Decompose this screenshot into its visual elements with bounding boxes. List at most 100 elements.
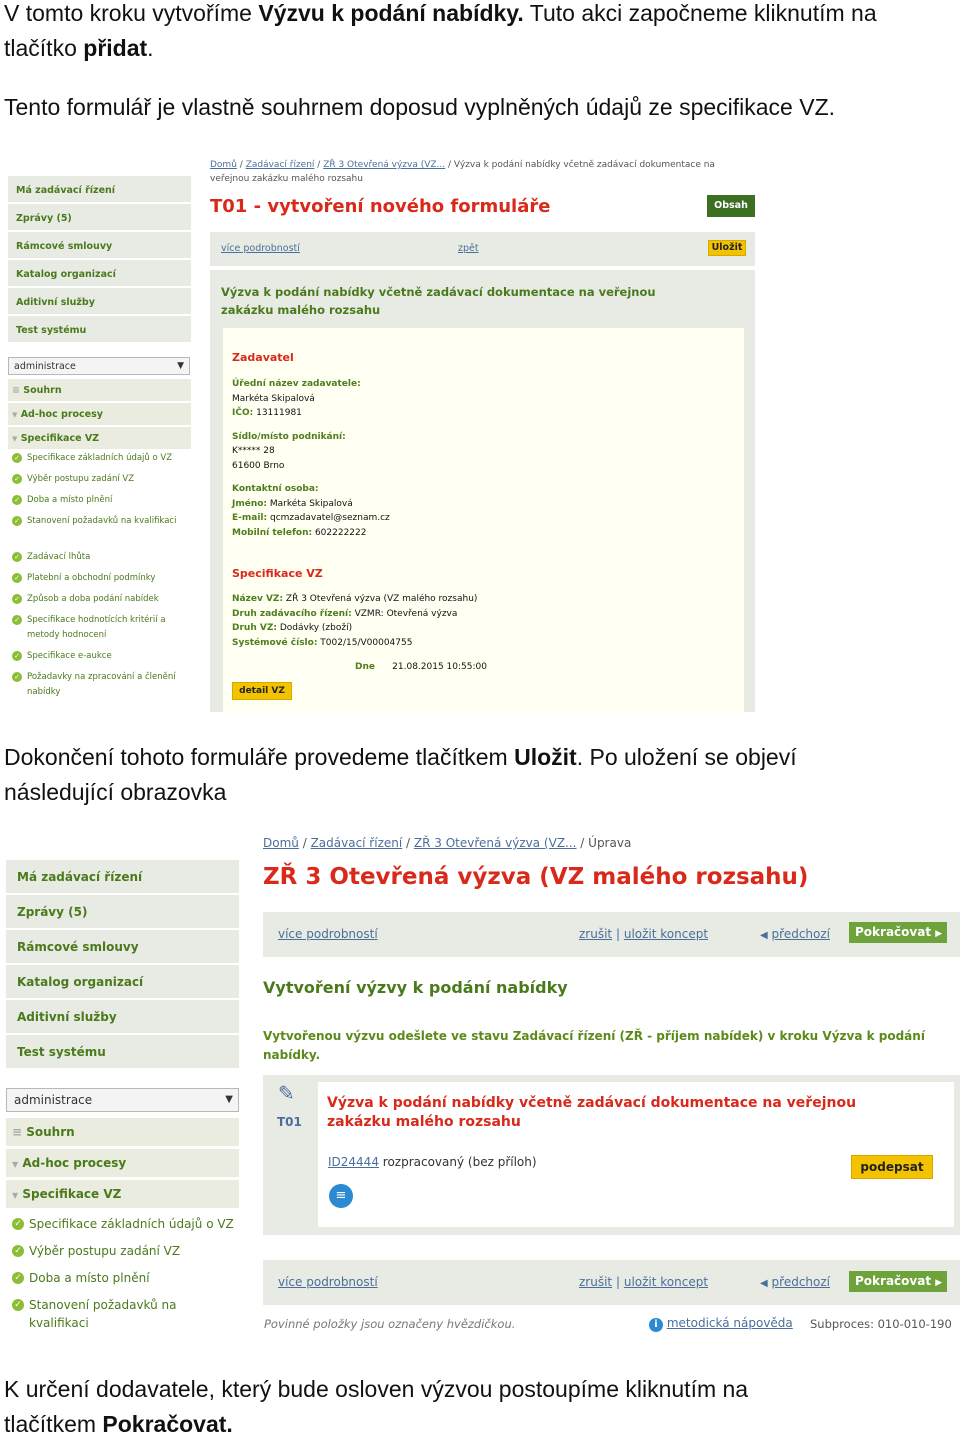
chevron-down-icon: ▼ <box>177 361 184 371</box>
back-link[interactable]: zpět <box>458 243 479 254</box>
task-item[interactable]: ✓ Specifikace hodnotících kritérií a meto… <box>8 613 191 642</box>
document-id-link[interactable]: ID24444 <box>328 1155 379 1169</box>
contact-label: Kontaktní osoba: <box>232 484 319 494</box>
sidebar-souhrn[interactable]: ≡ Souhrn <box>6 1118 239 1146</box>
sidebar-item-zpravy[interactable]: Zprávy (5) <box>6 895 239 930</box>
sidebar-adhoc[interactable]: ▼ Ad-hoc procesy <box>6 1149 239 1177</box>
help-group[interactable]: i metodická nápověda <box>649 1316 793 1332</box>
continue-button-bottom[interactable]: Pokračovat ▶ <box>849 1271 947 1292</box>
breadcrumb-vz[interactable]: ZŘ 3 Otevřená výzva (VZ... <box>323 160 445 170</box>
task-item[interactable]: ✓ Specifikace základních údajů o VZ <box>6 1215 239 1233</box>
task-item[interactable]: ✓ Specifikace e-aukce <box>8 649 191 664</box>
sidebar-item-zadavaci-rizeni[interactable]: Má zadávací řízení <box>6 860 239 895</box>
intro-bold-pridat: přidat <box>83 35 148 61</box>
task-item[interactable]: ✓ Výběr postupu zadání VZ <box>8 472 191 487</box>
task-item[interactable]: ✓ Platební a obchodní podmínky <box>8 571 191 586</box>
sidebar-item-test-systemu[interactable]: Test systému <box>8 316 191 344</box>
sidebar-specifikace[interactable]: ▼ Specifikace VZ <box>6 1180 239 1208</box>
sidebar-item-zadavaci-rizeni[interactable]: Má zadávací řízení <box>8 176 191 204</box>
task-item[interactable]: ✓ Stanovení požadavků na kvalifikaci <box>8 514 191 529</box>
sidebar-adhoc[interactable]: ▼ Ad-hoc procesy <box>8 403 191 425</box>
document-card: Výzva k podání nabídky včetně zadávací d… <box>318 1082 954 1227</box>
task-item[interactable]: ✓ Specifikace základních údajů o VZ <box>8 451 191 466</box>
sidebar-item-zpravy[interactable]: Zprávy (5) <box>8 204 191 232</box>
save-draft-link[interactable]: uložit koncept <box>624 927 708 941</box>
note-icon[interactable]: ≡ <box>329 1184 353 1208</box>
obsah-button[interactable]: Obsah <box>707 195 755 217</box>
sign-button[interactable]: podepsat <box>851 1155 933 1179</box>
task-label: Doba a místo plnění <box>27 495 113 505</box>
intro-text: V tomto kroku vytvoříme <box>4 0 259 26</box>
form-title-line2: zakázku malého rozsahu <box>221 303 381 317</box>
prev-group-bottom[interactable]: ◀ předchozí <box>760 1275 830 1289</box>
zadavatel-heading: Zadavatel <box>232 351 294 364</box>
previous-link[interactable]: předchozí <box>772 927 830 941</box>
check-icon: ✓ <box>12 1272 24 1284</box>
sidebar-item-label: Aditivní služby <box>16 297 95 308</box>
sidebar-souhrn-label: Souhrn <box>26 1125 75 1139</box>
task-item[interactable]: ✓ Doba a místo plnění <box>6 1269 239 1287</box>
sidebar-item-aditivni-sluzby[interactable]: Aditivní služby <box>6 1000 239 1035</box>
task-item[interactable]: ✓ Zadávací lhůta <box>8 550 191 565</box>
sidebar-souhrn[interactable]: ≡ Souhrn <box>8 379 191 401</box>
continue-button[interactable]: Pokračovat ▶ <box>849 922 947 943</box>
task-item[interactable]: ✓ Způsob a doba podání nabídek <box>8 592 191 607</box>
detail-vz-button[interactable]: detail VZ <box>232 682 292 700</box>
sidebar-item-label: Zprávy (5) <box>17 905 88 919</box>
sidebar-item-ramcove-smlouvy[interactable]: Rámcové smlouvy <box>6 930 239 965</box>
cancel-link[interactable]: zrušit <box>579 927 612 941</box>
breadcrumb: Domů / Zadávací řízení / ZŘ 3 Otevřená v… <box>210 160 715 184</box>
task-item[interactable]: ✓ Požadavky na zpracování a členění nabíd… <box>8 670 191 699</box>
menu-icon: ≡ <box>12 385 20 396</box>
breadcrumb-vz[interactable]: ZŘ 3 Otevřená výzva (VZ... <box>414 836 577 850</box>
prev-group[interactable]: ◀ předchozí <box>760 927 830 941</box>
screenshot-result: Má zadávací řízení Zprávy (5) Rámcové sm… <box>6 830 960 1342</box>
sidebar-spec-label: Specifikace VZ <box>20 433 100 444</box>
save-paragraph: Dokončení tohoto formuláře provedeme tla… <box>4 740 797 810</box>
sidebar-item-label: Test systému <box>16 325 87 336</box>
druh-zr-label: Druh zadávacího řízení: <box>232 608 352 619</box>
sidebar-item-katalog[interactable]: Katalog organizací <box>8 260 191 288</box>
task-item[interactable]: ✓ Výběr postupu zadání VZ <box>6 1242 239 1260</box>
check-icon: ✓ <box>12 1299 24 1311</box>
breadcrumb-zadavaci-rizeni[interactable]: Zadávací řízení <box>246 160 315 170</box>
sidebar-item-ramcove-smlouvy[interactable]: Rámcové smlouvy <box>8 232 191 260</box>
previous-link-bottom[interactable]: předchozí <box>772 1275 830 1289</box>
help-link[interactable]: metodická nápověda <box>667 1316 793 1330</box>
email-value: qcmzadavatel@seznam.cz <box>269 513 390 523</box>
dne-value: 21.08.2015 10:55:00 <box>392 662 487 672</box>
arrow-right-icon: ▶ <box>935 929 943 939</box>
more-details-link-bottom[interactable]: více podrobností <box>278 1275 378 1289</box>
role-dropdown[interactable]: administrace ▼ <box>8 357 190 375</box>
continue-label: Pokračovat <box>855 925 932 939</box>
task-label: Doba a místo plnění <box>29 1271 150 1285</box>
cancel-link-bottom[interactable]: zrušit <box>579 1275 612 1289</box>
breadcrumb-home[interactable]: Domů <box>210 160 237 170</box>
role-dropdown[interactable]: administrace ▼ <box>6 1088 239 1112</box>
document-status: ID24444 rozpracovaný (bez příloh) <box>328 1155 537 1169</box>
sidebar-item-test-systemu[interactable]: Test systému <box>6 1035 239 1070</box>
section-title: Vytvoření výzvy k podání nabídky <box>263 978 568 997</box>
sidebar: Má zadávací řízení Zprávy (5) Rámcové sm… <box>6 860 239 1342</box>
save-draft-link-bottom[interactable]: uložit koncept <box>624 1275 708 1289</box>
sidebar-item-label: Rámcové smlouvy <box>16 241 113 252</box>
more-details-link[interactable]: více podrobností <box>278 927 378 941</box>
sidebar-item-aditivni-sluzby[interactable]: Aditivní služby <box>8 288 191 316</box>
nazev-label: Název VZ: <box>232 594 284 604</box>
collapse-icon: ▼ <box>12 1160 19 1169</box>
breadcrumb-zadavaci-rizeni[interactable]: Zadávací řízení <box>311 836 403 850</box>
spec-heading: Specifikace VZ <box>232 567 323 580</box>
breadcrumb-home[interactable]: Domů <box>263 836 299 850</box>
jmeno-value: Markéta Skipalová <box>269 498 353 509</box>
check-icon: ✓ <box>12 495 22 506</box>
email-label: E-mail: <box>232 513 268 523</box>
task-label: Platební a obchodní podmínky <box>27 573 156 583</box>
sidebar-specifikace[interactable]: ▼ Specifikace VZ <box>8 427 191 449</box>
task-item[interactable]: ✓ Doba a místo plnění <box>8 493 191 508</box>
sidebar-item-katalog[interactable]: Katalog organizací <box>6 965 239 1000</box>
save-button[interactable]: Uložit <box>708 240 746 256</box>
zadavatel-block: Úřední název zadavatele: Markéta Skipalo… <box>232 377 390 540</box>
more-details-link[interactable]: více podrobností <box>221 243 300 254</box>
task-item[interactable]: ✓ Stanovení požadavků na kvalifikaci <box>6 1296 239 1332</box>
intro-text-3: tlačítko <box>4 35 84 61</box>
